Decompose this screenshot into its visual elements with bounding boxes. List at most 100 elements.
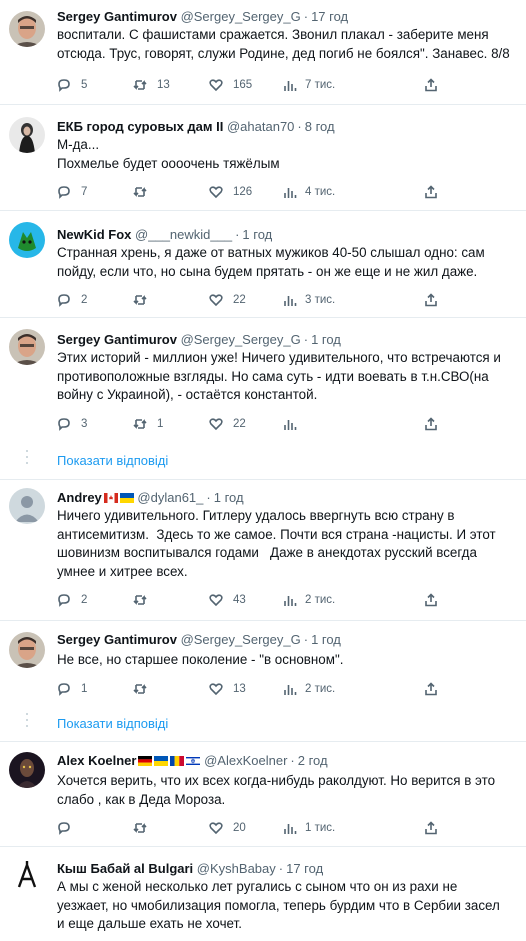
- avatar[interactable]: [9, 632, 45, 668]
- like-button[interactable]: 20: [209, 819, 246, 837]
- like-button[interactable]: 165: [209, 76, 252, 94]
- tweet[interactable]: Sergey Gantimurov @Sergey_Sergey_G · 1 год…: [0, 318, 526, 438]
- separator-dot: ·: [235, 227, 240, 242]
- views-button[interactable]: 2 тис.: [283, 680, 335, 698]
- heart-icon: [209, 683, 223, 696]
- reply-icon: [58, 418, 70, 431]
- timestamp[interactable]: 1 год: [242, 227, 272, 242]
- show-replies-link[interactable]: Показати відповіді: [57, 453, 168, 468]
- retweet-count: 1: [157, 418, 164, 430]
- share-button[interactable]: [424, 183, 438, 201]
- views-button[interactable]: 3 тис.: [283, 291, 335, 309]
- retweet-button[interactable]: [133, 591, 157, 609]
- share-icon: [425, 593, 437, 607]
- share-button[interactable]: [424, 291, 438, 309]
- thread-dot: [26, 462, 28, 464]
- like-count: 13: [233, 683, 246, 695]
- author-name[interactable]: Andrey: [57, 490, 102, 505]
- timestamp[interactable]: 17 год: [311, 9, 348, 24]
- author-handle[interactable]: @dylan61_: [137, 490, 203, 505]
- author-handle[interactable]: @Sergey_Sergey_G: [181, 332, 301, 347]
- retweet-button[interactable]: [133, 183, 157, 201]
- reply-button[interactable]: 7: [57, 183, 87, 201]
- author-handle[interactable]: @ahatan70: [227, 119, 294, 134]
- retweet-button[interactable]: 13: [133, 76, 170, 94]
- views-button[interactable]: 4 тис.: [283, 183, 335, 201]
- avatar[interactable]: [9, 117, 45, 153]
- tweet[interactable]: ЕКБ город суровых дам II @ahatan70 · 8 год…: [0, 105, 526, 209]
- views-count: 3 тис.: [305, 294, 336, 306]
- avatar[interactable]: [9, 329, 45, 365]
- share-button[interactable]: [424, 819, 438, 837]
- tweet[interactable]: Alex Koelner @AlexKoelner · 2 год Хочется …: [0, 742, 526, 846]
- like-button[interactable]: 22: [209, 291, 246, 309]
- share-button[interactable]: [424, 415, 438, 433]
- retweet-button[interactable]: [133, 819, 157, 837]
- author-handle[interactable]: @Sergey_Sergey_G: [181, 632, 301, 647]
- timestamp[interactable]: 8 год: [305, 119, 335, 134]
- reply-button[interactable]: 5: [57, 76, 87, 94]
- tweet[interactable]: Sergey Gantimurov @Sergey_Sergey_G · 1 год…: [0, 621, 526, 706]
- like-count: 126: [233, 186, 253, 198]
- ukraine-flag-icon: [154, 756, 169, 766]
- tweet[interactable]: Кыш Бабай al Bulgari @KyshBabay · 17 год А…: [0, 847, 526, 941]
- separator-dot: ·: [206, 490, 211, 505]
- timestamp[interactable]: 2 год: [298, 753, 328, 768]
- share-button[interactable]: [424, 680, 438, 698]
- timestamp[interactable]: 1 год: [311, 332, 341, 347]
- tweet-actions: 20 1 тис.: [57, 819, 519, 837]
- views-icon: [284, 188, 297, 198]
- views-button[interactable]: 7 тис.: [283, 76, 335, 94]
- author-handle[interactable]: @___newkid___: [135, 227, 232, 242]
- reply-button[interactable]: 2: [57, 291, 87, 309]
- retweet-icon: [133, 595, 147, 605]
- tweet-text-line: Ничего удивительного. Гитлеру удалось вв…: [57, 508, 455, 523]
- author-name[interactable]: Sergey Gantimurov: [57, 332, 177, 347]
- author-handle[interactable]: @AlexKoelner: [204, 753, 287, 768]
- author-name[interactable]: Sergey Gantimurov: [57, 9, 177, 24]
- timestamp[interactable]: 1 год: [214, 490, 244, 505]
- author-handle[interactable]: @KyshBabay: [197, 861, 276, 876]
- retweet-button[interactable]: 1: [133, 415, 163, 433]
- like-count: 20: [233, 822, 246, 834]
- share-button[interactable]: [424, 591, 438, 609]
- author-name[interactable]: Alex Koelner: [57, 753, 136, 768]
- retweet-button[interactable]: [133, 680, 157, 698]
- views-button[interactable]: [283, 415, 305, 433]
- author-name[interactable]: Кыш Бабай al Bulgari: [57, 861, 193, 876]
- views-icon: [284, 824, 297, 834]
- views-button[interactable]: 2 тис.: [283, 591, 335, 609]
- like-button[interactable]: 43: [209, 591, 246, 609]
- author-handle[interactable]: @Sergey_Sergey_G: [181, 9, 301, 24]
- avatar[interactable]: [9, 222, 45, 258]
- timestamp[interactable]: 17 год: [286, 861, 323, 876]
- like-button[interactable]: 126: [209, 183, 252, 201]
- tweet-text-line: Похмелье будет оооочень тяжёлым: [57, 155, 280, 171]
- views-count: 2 тис.: [305, 683, 336, 695]
- tweet-actions: 5 13 165 7 тис.: [57, 76, 519, 94]
- reply-button[interactable]: 2: [57, 591, 87, 609]
- share-button[interactable]: [424, 76, 438, 94]
- avatar[interactable]: [9, 857, 45, 893]
- like-button[interactable]: 13: [209, 680, 246, 698]
- author-name[interactable]: Sergey Gantimurov: [57, 632, 177, 647]
- tweet[interactable]: Andrey @dylan61_ · 1 год Ничего удивительн…: [0, 480, 526, 620]
- author-name[interactable]: ЕКБ город суровых дам II: [57, 119, 223, 134]
- share-icon: [425, 185, 437, 199]
- views-button[interactable]: 1 тис.: [283, 819, 335, 837]
- separator-dot: ·: [303, 632, 309, 647]
- tweet[interactable]: Sergey Gantimurov @Sergey_Sergey_G · 17 го…: [0, 0, 526, 104]
- reply-button[interactable]: [57, 819, 81, 837]
- reply-button[interactable]: 1: [57, 680, 87, 698]
- timestamp[interactable]: 1 год: [311, 632, 341, 647]
- canada-flag-icon: [103, 493, 118, 503]
- show-replies-link[interactable]: Показати відповіді: [57, 716, 168, 731]
- reply-button[interactable]: 3: [57, 415, 87, 433]
- avatar[interactable]: [9, 11, 45, 47]
- author-name[interactable]: NewKid Fox: [57, 227, 131, 242]
- retweet-button[interactable]: [133, 291, 157, 309]
- like-button[interactable]: 22: [209, 415, 246, 433]
- avatar[interactable]: [9, 752, 45, 788]
- tweet[interactable]: NewKid Fox @___newkid___ · 1 год Странная …: [0, 211, 526, 316]
- avatar[interactable]: [9, 488, 45, 524]
